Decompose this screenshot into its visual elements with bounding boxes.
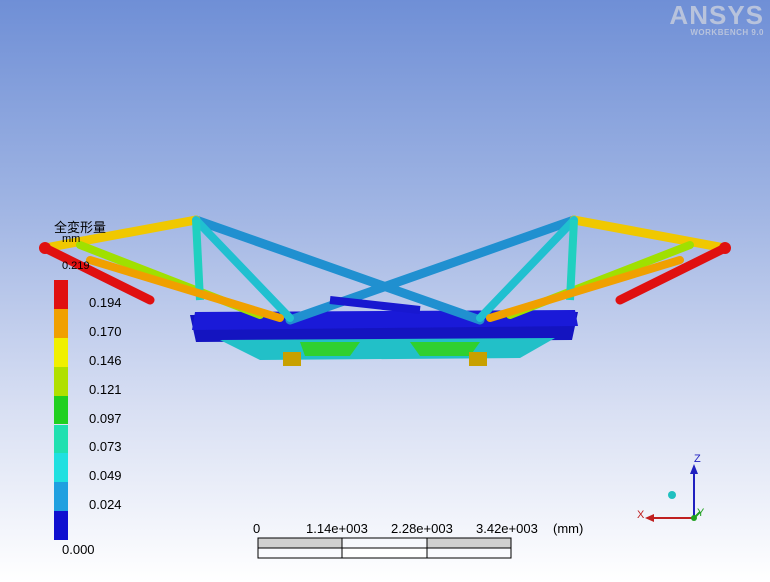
triad-x-arrow (645, 514, 654, 522)
axis-triad[interactable]: Z X Y (0, 0, 770, 582)
triad-z-arrow (690, 464, 698, 474)
triad-x-label: X (637, 509, 645, 521)
triad-iso-ball[interactable] (668, 491, 676, 499)
triad-y-label: Y (697, 507, 705, 519)
triad-z-label: Z (694, 453, 701, 465)
